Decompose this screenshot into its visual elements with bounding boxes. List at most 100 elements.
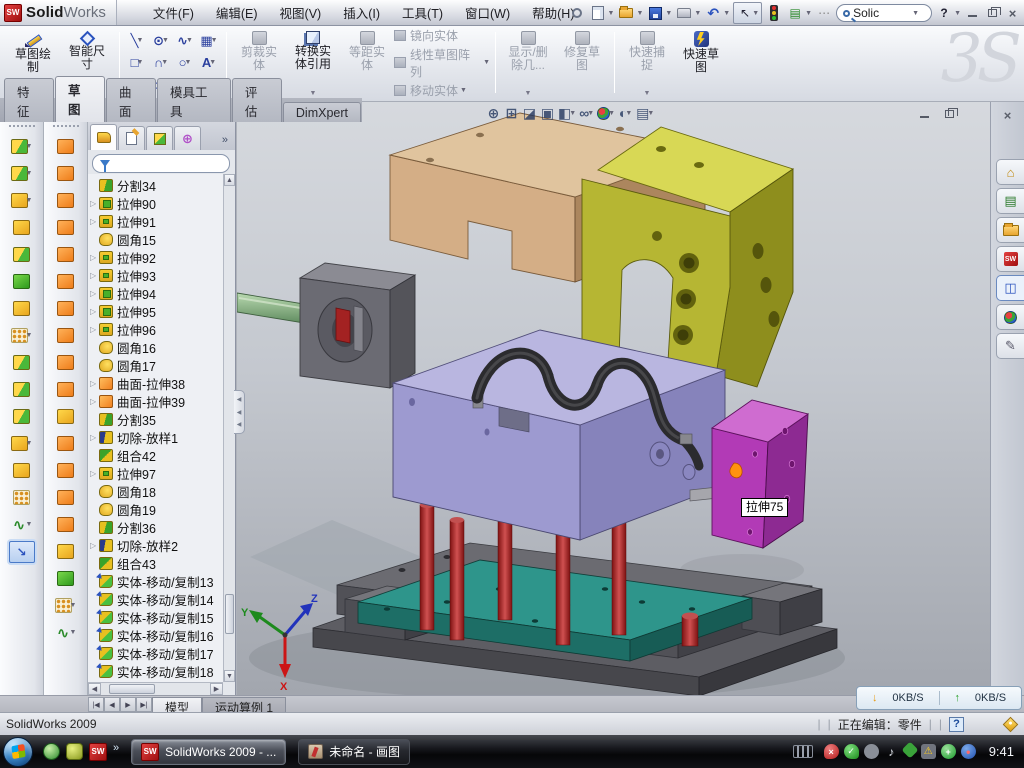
tree-item-24[interactable]: 实体-移动/复制15 [88,608,223,626]
swept-surface-icon[interactable] [57,139,74,154]
offset-surface-icon[interactable] [57,328,74,343]
tree-item-6[interactable]: ▷拉伸94 [88,284,223,302]
expand-icon[interactable]: ▷ [90,397,99,406]
open-dropdown-icon[interactable]: ▼ [636,10,643,17]
view-palette-tab[interactable]: ◫ [996,275,1024,301]
doc-restore-button[interactable] [941,106,958,121]
quick-launch-chevron-icon[interactable]: » [113,742,119,754]
expand-icon[interactable]: ▷ [90,541,99,550]
quick-snaps-button[interactable]: 快速捕 捉▼ [620,28,674,97]
fillet-surface-icon[interactable] [57,544,74,559]
menu-item-2[interactable]: 视图(V) [270,0,332,26]
hide-show-icon[interactable]: ∞▼ [579,104,594,122]
undo-dropdown-icon[interactable]: ▼ [723,10,730,17]
tree-item-22[interactable]: 实体-移动/复制13 [88,572,223,590]
combine-bodies-icon[interactable] [13,355,30,370]
undo-button[interactable]: ↶ [704,4,722,22]
solidworks-search-tab[interactable]: SW [996,246,1024,272]
new-document-button[interactable] [589,4,607,22]
expand-icon[interactable]: ▷ [90,469,99,478]
tree-item-7[interactable]: ▷拉伸95 [88,302,223,320]
tree-item-12[interactable]: ▷曲面-拉伸39 [88,392,223,410]
help-dropdown-icon[interactable]: ▼ [954,10,961,17]
network-speed-widget[interactable]: ↓ 0KB/S ↑ 0KB/S [856,686,1022,710]
snipping-tray-icon[interactable] [864,744,879,759]
replace-face-icon[interactable] [57,436,74,451]
save-button[interactable] [646,4,664,22]
rapid-sketch-button[interactable]: 快速草 图 [674,28,728,97]
tree-item-17[interactable]: 圆角18 [88,482,223,500]
scroll-up-icon[interactable]: ▲ [224,174,235,186]
instant3d-icon[interactable] [9,541,35,563]
pin-icon[interactable] [568,4,586,22]
split-body-icon[interactable] [13,382,30,397]
messenger-tray-icon[interactable]: • [961,744,976,759]
trim-surface-icon[interactable] [57,490,74,505]
start-button[interactable] [3,737,33,767]
app-restore-button[interactable] [984,6,1001,21]
lofted-surface-icon[interactable] [57,247,74,262]
tree-item-0[interactable]: 分割34 [88,176,223,194]
tree-item-11[interactable]: ▷曲面-拉伸38 [88,374,223,392]
expand-icon[interactable]: ▷ [90,253,99,262]
tree-item-25[interactable]: 实体-移动/复制16 [88,626,223,644]
volume-tray-icon[interactable]: ♪ [884,744,899,759]
tree-item-13[interactable]: 分割35 [88,410,223,428]
tab-scroll-first-button[interactable]: |◀ [88,697,104,712]
knit-surface-icon[interactable] [57,355,74,370]
quick-launch-solidworks-icon[interactable]: SW [89,743,107,761]
move-copy-body-icon[interactable] [13,409,30,424]
tree-item-10[interactable]: 圆角17 [88,356,223,374]
planar-surface-icon[interactable] [57,301,74,316]
thicken-icon[interactable] [57,409,74,424]
ruled-surface-icon[interactable] [57,166,74,181]
convert-entities-button[interactable]: 转换实 体引用▼ [286,28,340,97]
display-delete-relations-button[interactable]: 显示/删 除几...▼ [501,28,555,97]
tab-property-manager[interactable] [118,126,145,150]
view-settings-icon[interactable]: ▤▼ [636,104,654,122]
menu-item-4[interactable]: 工具(T) [392,0,453,26]
health-monitor-tray-icon[interactable]: + [941,744,956,759]
tree-item-19[interactable]: 分割36 [88,518,223,536]
swept-boss-icon[interactable] [13,220,30,235]
tab-scroll-last-button[interactable]: ▶| [136,697,152,712]
spline-tool-icon[interactable]: ∿▼ [173,30,197,52]
arc-tool-icon[interactable]: ∩▼ [149,52,173,74]
search-dropdown-icon[interactable]: ▼ [912,10,919,17]
command-tab-4[interactable]: 评估 [232,78,282,122]
file-explorer-tab[interactable] [996,217,1024,243]
taskbar-button-paint[interactable]: 未命名 - 画图 [298,739,410,765]
tree-item-21[interactable]: 组合43 [88,554,223,572]
delete-body-icon[interactable] [13,463,30,478]
custom-properties-tab[interactable]: ✎ [996,333,1024,359]
usb-device-tray-icon[interactable] [901,742,918,759]
toolbar-grip[interactable] [53,125,79,129]
tree-item-20[interactable]: ▷切除-放样2 [88,536,223,554]
repair-sketch-button[interactable]: 修复草 图 [555,28,609,97]
rebuild-traffic-light-icon[interactable] [765,4,783,22]
tab-motion-study[interactable]: 运动算例 1 [202,697,286,712]
mirror-entities-button[interactable]: 镜向实体 [394,27,490,44]
command-tab-5[interactable]: DimXpert [283,102,361,122]
tag-icon[interactable] [1003,716,1019,732]
network-warning-tray-icon[interactable]: ⚠ [921,744,936,759]
move-entities-button[interactable]: 移动实体▼ [394,82,490,99]
rectangle-tool-icon[interactable]: □▼ [125,52,149,74]
scene-icon[interactable]: ◐▼ [618,104,633,122]
menu-item-5[interactable]: 窗口(W) [455,0,520,26]
tab-scroll-next-button[interactable]: ▶ [120,697,136,712]
reference-geometry-icon[interactable] [13,490,30,505]
scroll-thumb[interactable] [225,594,234,634]
search-input[interactable] [853,6,911,20]
section-view-icon[interactable]: ◪ [522,104,537,122]
dome-surface-icon[interactable] [57,571,74,586]
solidworks-resources-tab[interactable]: ⌂ [996,159,1024,185]
taskbar-button-solidworks[interactable]: SW SolidWorks 2009 - ... [131,739,286,765]
expand-icon[interactable]: ▷ [90,271,99,280]
boundary-boss-icon[interactable] [13,274,30,289]
scroll-down-icon[interactable]: ▼ [224,670,235,682]
tab-feature-manager[interactable] [90,124,117,150]
scroll-left-icon[interactable]: ◀ [88,683,101,695]
tree-item-27[interactable]: 实体-移动/复制18 [88,662,223,680]
menu-item-0[interactable]: 文件(F) [143,0,204,26]
